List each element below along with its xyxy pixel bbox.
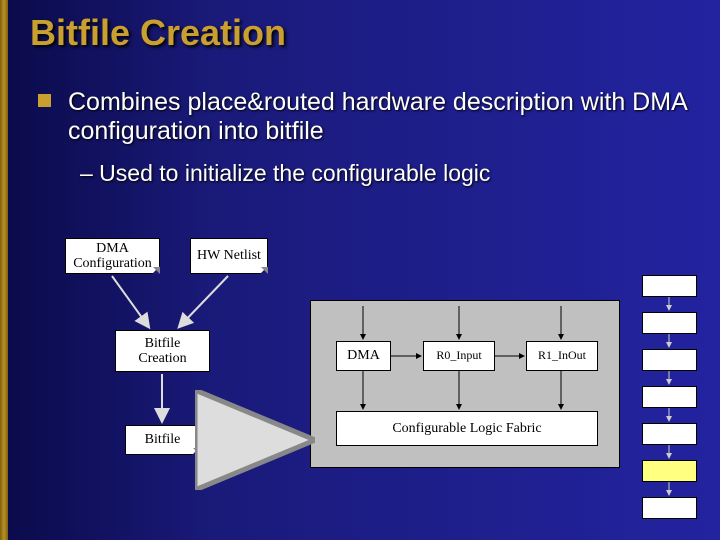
flow-step-4 (642, 386, 697, 408)
label: Bitfile (145, 432, 181, 447)
box-r0: R0_Input (423, 341, 495, 371)
flow-step-5 (642, 423, 697, 445)
label: DMA Configuration (73, 241, 152, 272)
flow-step-7 (642, 497, 697, 519)
box-r1: R1_InOut (526, 341, 598, 371)
hardware-panel: DMA R0_Input R1_InOut Configurable Logic… (310, 300, 620, 468)
bullet-text: Combines place&routed hardware descripti… (68, 88, 700, 146)
slide: Bitfile Creation Combines place&routed h… (0, 0, 720, 540)
box-dma-config: DMA Configuration (65, 238, 160, 274)
label: R1_InOut (538, 349, 586, 362)
label: HW Netlist (197, 248, 261, 263)
label: Configurable Logic Fabric (392, 421, 541, 436)
page-title: Bitfile Creation (30, 12, 286, 54)
label: Bitfile Creation (138, 336, 186, 367)
box-bitfile: Bitfile (125, 425, 200, 455)
left-stripe (0, 0, 8, 540)
box-dma: DMA (336, 341, 391, 371)
box-hw-netlist: HW Netlist (190, 238, 268, 274)
box-fabric: Configurable Logic Fabric (336, 411, 598, 446)
flow-step-1 (642, 275, 697, 297)
flow-step-3 (642, 349, 697, 371)
flow-step-2 (642, 312, 697, 334)
square-bullet-icon (38, 94, 51, 107)
flow-step-6-highlighted (642, 460, 697, 482)
diagram-area: DMA Configuration HW Netlist Bitfile Cre… (30, 230, 710, 525)
label: R0_Input (436, 349, 481, 362)
label: DMA (347, 348, 380, 363)
sub-bullet: – Used to initialize the configurable lo… (80, 160, 490, 187)
bullet-main: Combines place&routed hardware descripti… (38, 88, 700, 146)
box-bitfile-creation: Bitfile Creation (115, 330, 210, 372)
